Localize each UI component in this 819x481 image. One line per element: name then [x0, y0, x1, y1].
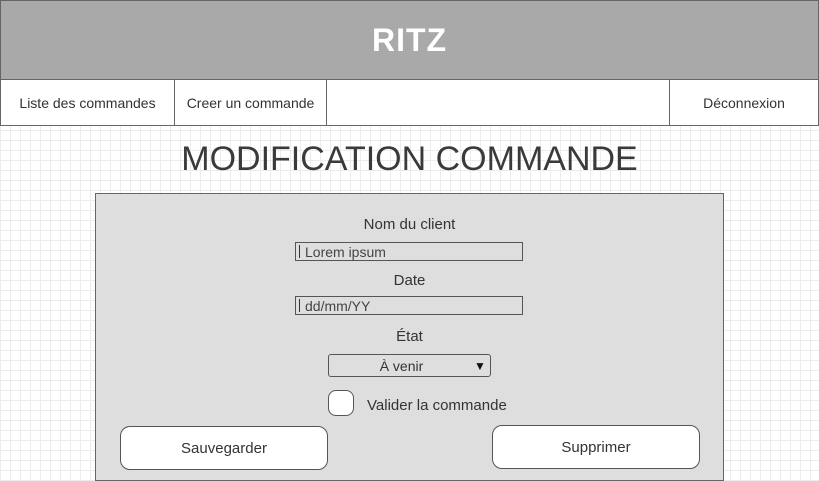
client-name-label: Nom du client — [363, 216, 456, 233]
nav-item-list-orders[interactable]: Liste des commandes — [1, 80, 175, 125]
nav-item-create-order[interactable]: Creer un commande — [175, 80, 327, 125]
state-select[interactable]: À venir ▼ — [328, 354, 491, 377]
chevron-down-icon: ▼ — [474, 358, 486, 373]
nav-bar: Liste des commandes Creer un commande Dé… — [0, 79, 819, 126]
nav-spacer — [327, 80, 670, 125]
page-title: MODIFICATION COMMANDE — [181, 140, 638, 178]
text-cursor-icon — [299, 245, 300, 258]
order-form-panel: Nom du client Date État À venir ▼ Valide… — [95, 193, 724, 481]
nav-item-logout[interactable]: Déconnexion — [670, 80, 818, 125]
date-label: Date — [393, 272, 426, 289]
validate-order-label: Valider la commande — [367, 397, 507, 414]
date-input[interactable] — [295, 296, 523, 315]
client-name-input[interactable] — [295, 242, 523, 261]
save-button[interactable]: Sauvegarder — [120, 426, 328, 470]
app-header: RITZ — [0, 0, 819, 80]
state-label: État — [396, 328, 423, 345]
validate-order-checkbox[interactable] — [328, 390, 354, 416]
text-cursor-icon — [299, 299, 300, 312]
app-title: RITZ — [371, 21, 448, 58]
state-select-value: À venir — [379, 357, 424, 374]
delete-button[interactable]: Supprimer — [492, 425, 700, 469]
